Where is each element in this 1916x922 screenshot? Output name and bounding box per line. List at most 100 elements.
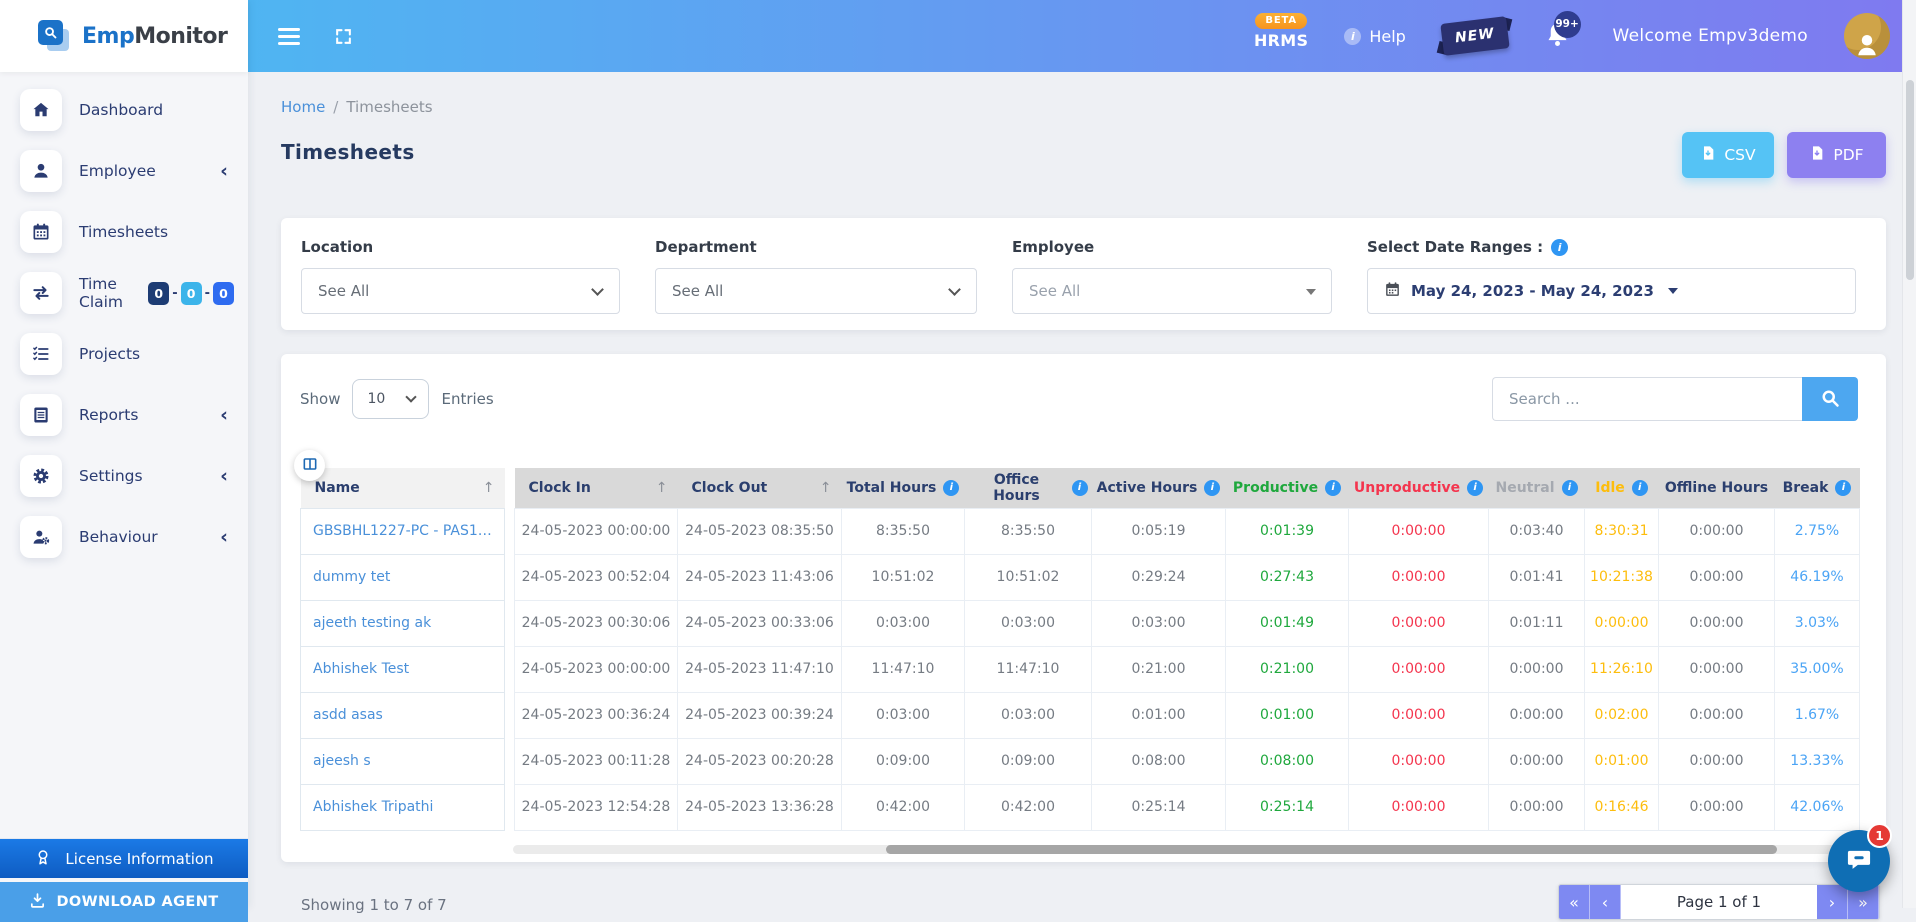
column-header-break[interactable]: Breaki	[1775, 468, 1860, 508]
cell-neutral: 0:01:11	[1489, 600, 1585, 646]
sidebar-item-label: Dashboard	[79, 101, 163, 119]
cell-idle: 10:21:38	[1585, 554, 1659, 600]
info-icon[interactable]: i	[943, 480, 959, 496]
column-header-office-hours[interactable]: Office Hoursi	[965, 468, 1092, 508]
main-table: Clock In↑Clock Out↑Total HoursiOffice Ho…	[514, 468, 1860, 831]
column-header-clock-out[interactable]: Clock Out↑	[678, 468, 842, 508]
employee-name-link[interactable]: GBSBHL1227-PC - PAS12...	[313, 523, 492, 539]
info-icon[interactable]: i	[1562, 480, 1578, 496]
column-visibility-button[interactable]	[294, 450, 325, 481]
search-input[interactable]	[1492, 377, 1802, 421]
new-banner[interactable]: NEW	[1442, 20, 1508, 52]
column-header-active-hours[interactable]: Active Hoursi	[1092, 468, 1226, 508]
breadcrumb-home-link[interactable]: Home	[281, 98, 325, 116]
timesheets-table: Name↑ GBSBHL1227-PC - PAS12... dummy tet a…	[300, 468, 1858, 831]
cell-offline-hours: 0:00:00	[1659, 784, 1775, 830]
column-header-total-hours[interactable]: Total Hoursi	[842, 468, 965, 508]
scrollbar-thumb[interactable]	[886, 845, 1778, 854]
sidebar-item-projects[interactable]: Projects	[20, 330, 234, 378]
sidebar-item-reports[interactable]: Reports‹	[20, 391, 234, 439]
first-page-button[interactable]: «	[1559, 885, 1590, 919]
column-header-clock-in[interactable]: Clock In↑	[515, 468, 678, 508]
column-label: Neutral	[1495, 480, 1554, 496]
info-icon[interactable]: i	[1551, 239, 1568, 256]
employee-name-link[interactable]: Abhishek Tripathi	[313, 799, 492, 815]
department-value: See All	[672, 282, 723, 300]
home-icon	[20, 89, 62, 131]
employee-name-link[interactable]: ajeeth testing ak	[313, 615, 492, 631]
fullscreen-icon[interactable]	[334, 27, 353, 46]
table-row: Abhishek Test	[301, 646, 505, 692]
info-icon[interactable]: i	[1632, 480, 1648, 496]
cell-clock-in: 24-05-2023 00:00:00	[515, 508, 678, 554]
table-row: 24-05-2023 00:30:0624-05-2023 00:33:060:…	[515, 600, 1860, 646]
info-icon[interactable]: i	[1204, 480, 1220, 496]
download-agent-button[interactable]: DOWNLOAD AGENT	[0, 882, 248, 922]
hamburger-menu-icon[interactable]	[278, 24, 300, 49]
employee-name-link[interactable]: Abhishek Test	[313, 661, 492, 677]
time-claim-badge: 0	[148, 282, 169, 305]
column-header-neutral[interactable]: Neutral i	[1489, 468, 1585, 508]
previous-page-button[interactable]: ‹	[1590, 885, 1621, 919]
employee-name-link[interactable]: asdd asas	[313, 707, 492, 723]
name-cell: ajeesh s	[301, 738, 505, 784]
caret-down-icon	[1668, 288, 1678, 294]
help-menu[interactable]: i Help	[1344, 27, 1405, 46]
info-icon[interactable]: i	[1072, 480, 1088, 496]
chat-widget-button[interactable]: 1	[1828, 830, 1890, 892]
sidebar-item-dashboard[interactable]: Dashboard	[20, 86, 234, 134]
sidebar-item-timesheets[interactable]: Timesheets	[20, 208, 234, 256]
sidebar-item-settings[interactable]: Settings‹	[20, 452, 234, 500]
employee-value: See All	[1029, 282, 1080, 300]
department-select[interactable]: See All	[655, 268, 977, 314]
chat-icon	[1845, 845, 1873, 877]
entries-per-page-select[interactable]: 10	[352, 379, 429, 419]
notifications-button[interactable]: 99+	[1544, 21, 1571, 52]
sidebar-item-behaviour[interactable]: Behaviour‹	[20, 513, 234, 561]
user-avatar[interactable]	[1844, 13, 1890, 59]
beta-badge: BETA	[1255, 13, 1306, 29]
info-icon[interactable]: i	[1325, 480, 1341, 496]
date-range-picker[interactable]: May 24, 2023 - May 24, 2023	[1367, 268, 1856, 314]
header-row: Clock In↑Clock Out↑Total HoursiOffice Ho…	[515, 468, 1860, 508]
column-header-idle[interactable]: Idlei	[1585, 468, 1659, 508]
cell-idle: 0:00:00	[1585, 600, 1659, 646]
info-icon[interactable]: i	[1467, 480, 1483, 496]
sort-icon[interactable]: ↑	[820, 480, 832, 496]
entries-label: Entries	[441, 390, 493, 408]
app-logo[interactable]: EmpMonitor	[0, 0, 248, 72]
table-row: Abhishek Tripathi	[301, 784, 505, 830]
column-header-offline-hours[interactable]: Offline Hours	[1659, 468, 1775, 508]
sidebar: EmpMonitor DashboardEmployee‹TimesheetsT…	[0, 0, 248, 908]
sort-icon[interactable]: ↑	[656, 480, 668, 496]
location-select[interactable]: See All	[301, 268, 620, 314]
csv-export-button[interactable]: CSV	[1682, 132, 1774, 178]
employee-select[interactable]: See All	[1012, 268, 1332, 314]
column-header-productive[interactable]: Productive i	[1226, 468, 1349, 508]
scrollbar-thumb[interactable]	[1906, 80, 1914, 280]
employee-name-link[interactable]: ajeesh s	[313, 753, 492, 769]
sidebar-nav: DashboardEmployee‹TimesheetsTime Claim0-…	[0, 72, 248, 561]
table-row: 24-05-2023 00:52:0424-05-2023 11:43:0610…	[515, 554, 1860, 600]
cell-office-hours: 0:03:00	[965, 692, 1092, 738]
pdf-export-button[interactable]: PDF	[1787, 132, 1886, 178]
cell-active-hours: 0:05:19	[1092, 508, 1226, 554]
chevron-left-icon: ‹	[220, 160, 234, 182]
info-icon[interactable]: i	[1835, 480, 1851, 496]
badge-separator: -	[205, 286, 210, 301]
page-scrollbar[interactable]	[1902, 0, 1916, 908]
sort-icon[interactable]: ↑	[483, 480, 495, 496]
column-header-unproductive[interactable]: Unproductivei	[1349, 468, 1489, 508]
employee-name-link[interactable]: dummy tet	[313, 569, 492, 585]
hrms-label: HRMS	[1254, 31, 1308, 50]
license-information-button[interactable]: License Information	[0, 838, 248, 878]
sidebar-item-time-claim[interactable]: Time Claim0-0-0	[20, 269, 234, 317]
next-page-button[interactable]: ›	[1817, 885, 1848, 919]
table-row: ajeesh s	[301, 738, 505, 784]
column-label: Productive	[1233, 480, 1318, 496]
hrms-menu[interactable]: BETA HRMS	[1254, 13, 1308, 50]
sidebar-item-employee[interactable]: Employee‹	[20, 147, 234, 195]
search-button[interactable]	[1802, 377, 1858, 421]
column-header-name[interactable]: Name↑	[301, 468, 505, 508]
horizontal-scrollbar[interactable]	[513, 845, 1858, 854]
